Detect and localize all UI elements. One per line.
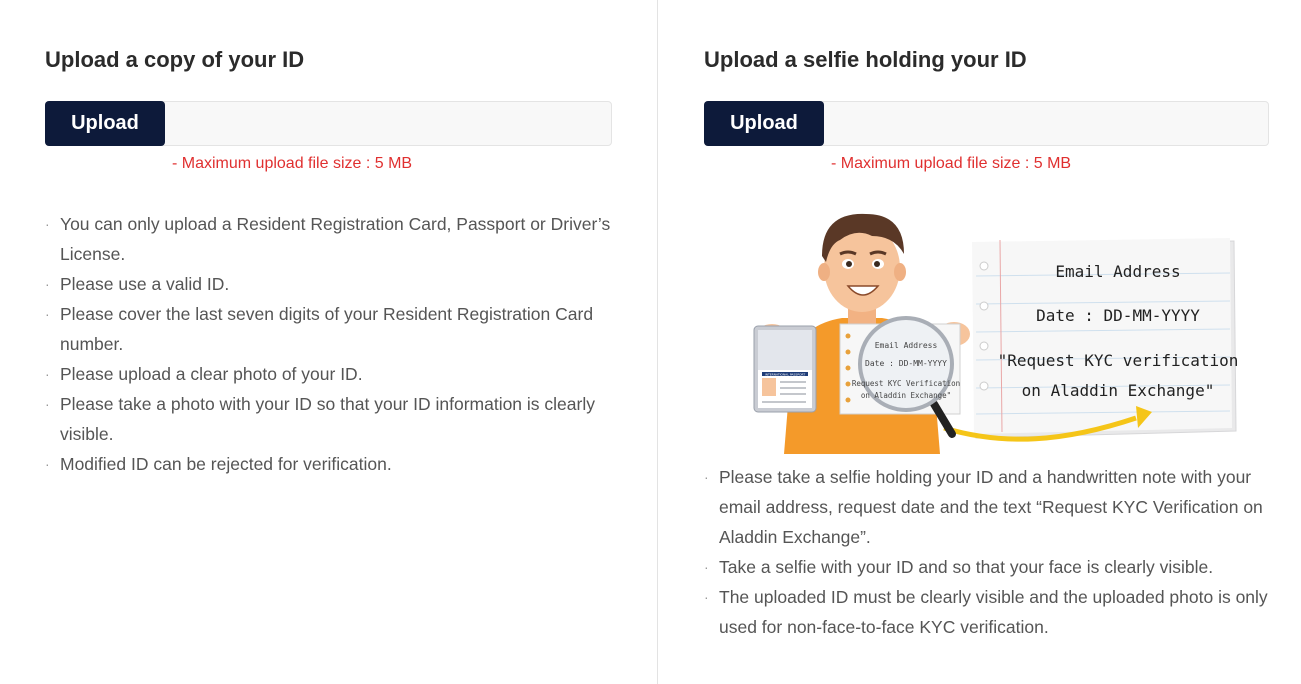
magnified-date-text: Date : DD-MM-YYYY: [865, 359, 947, 368]
id-size-note: - Maximum upload file size : 5 MB: [172, 155, 413, 172]
selfie-example-illustration: Email Address Date : DD-MM-YYYY "Request…: [753, 213, 1239, 454]
list-item: · You can only upload a Resident Registra…: [45, 209, 612, 269]
list-item-text: Take a selfie with your ID and so that y…: [719, 557, 1214, 577]
list-item-text: Please use a valid ID.: [60, 274, 230, 294]
bullet-icon: ·: [704, 469, 709, 485]
magnified-request-text: Request KYC Verification: [852, 379, 960, 388]
list-item: · Please upload a clear photo of your ID.: [45, 359, 612, 389]
list-item: · Please cover the last seven digits of y…: [45, 299, 612, 359]
bullet-icon: ·: [704, 589, 709, 605]
bullet-icon: ·: [45, 456, 50, 472]
selfie-requirements-list: · Please take a selfie holding your ID an…: [704, 462, 1269, 642]
selfie-upload-button[interactable]: Upload: [704, 101, 824, 146]
id-requirements-list: · You can only upload a Resident Registra…: [45, 209, 612, 479]
list-item: · Modified ID can be rejected for verific…: [45, 449, 612, 479]
bullet-icon: ·: [45, 396, 50, 412]
list-item-text: Please take a selfie holding your ID and…: [719, 467, 1263, 547]
id-upload-field[interactable]: Upload: [45, 101, 612, 146]
list-item-text: The uploaded ID must be clearly visible …: [719, 587, 1268, 637]
list-item-text: You can only upload a Resident Registrat…: [60, 214, 611, 264]
note-exchange-text: on Aladdin Exchange": [1022, 381, 1215, 400]
handwritten-note-image: Email Address Date : DD-MM-YYYY "Request…: [972, 238, 1239, 439]
bullet-icon: ·: [704, 559, 709, 575]
selfie-upload-title: Upload a selfie holding your ID: [704, 47, 1027, 72]
note-email-text: Email Address: [1055, 262, 1180, 281]
passport-image: INTERNATIONAL PASSPORT: [753, 325, 817, 413]
list-item: · Please take a selfie holding your ID an…: [704, 462, 1269, 552]
bullet-icon: ·: [45, 366, 50, 382]
selfie-size-note: - Maximum upload file size : 5 MB: [831, 155, 1072, 172]
passport-label: INTERNATIONAL PASSPORT: [765, 373, 806, 377]
id-upload-button[interactable]: Upload: [45, 101, 165, 146]
column-divider: [657, 0, 658, 684]
selfie-upload-field[interactable]: Upload: [704, 101, 1269, 146]
bullet-icon: ·: [45, 276, 50, 292]
id-upload-title: Upload a copy of your ID: [45, 47, 305, 72]
list-item: · Please use a valid ID.: [45, 269, 612, 299]
list-item: · The uploaded ID must be clearly visible…: [704, 582, 1269, 642]
note-request-text: "Request KYC verification: [998, 351, 1239, 370]
list-item-text: Please take a photo with your ID so that…: [60, 394, 595, 444]
list-item-text: Modified ID can be rejected for verifica…: [60, 454, 392, 474]
list-item: · Take a selfie with your ID and so that …: [704, 552, 1269, 582]
list-item-text: Please cover the last seven digits of yo…: [60, 304, 594, 354]
list-item: · Please take a photo with your ID so tha…: [45, 389, 612, 449]
bullet-icon: ·: [45, 306, 50, 322]
magnified-exchange-text: on Aladdin Exchange": [861, 391, 951, 400]
note-date-text: Date : DD-MM-YYYY: [1036, 306, 1200, 325]
bullet-icon: ·: [45, 216, 50, 232]
list-item-text: Please upload a clear photo of your ID.: [60, 364, 363, 384]
magnified-email-text: Email Address: [875, 341, 938, 350]
